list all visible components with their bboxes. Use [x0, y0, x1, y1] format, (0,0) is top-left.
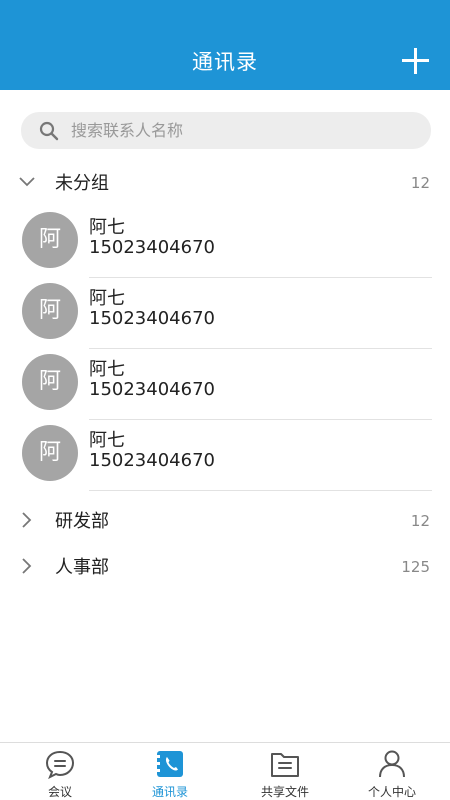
chevron-right-icon: [22, 512, 32, 528]
search-input[interactable]: [71, 112, 411, 149]
folder-icon: [271, 753, 299, 777]
tab-contacts[interactable]: 通讯录: [114, 743, 226, 800]
group-name: 未分组: [55, 173, 109, 194]
chevron-right-icon: [22, 558, 32, 574]
chevron-down-icon: [19, 177, 35, 187]
contact-phone: 15023404670: [89, 237, 215, 258]
tab-label: 个人中心: [367, 785, 416, 799]
contact-name: 阿七: [89, 430, 125, 451]
contact-name: 阿七: [89, 217, 125, 238]
group-count: 12: [410, 512, 430, 530]
page-title: 通讯录: [192, 50, 258, 74]
group-count: 12: [410, 174, 430, 192]
tab-shared-files[interactable]: 共享文件: [229, 743, 341, 800]
group-count: 125: [401, 558, 430, 576]
bottom-tab-bar: 会议 通讯录 共享文件 个人中心: [0, 742, 450, 800]
search-icon: [39, 121, 59, 141]
group-row-hr[interactable]: 人事部 125: [0, 546, 450, 584]
contact-phone: 15023404670: [89, 308, 215, 329]
tab-label: 共享文件: [260, 785, 309, 799]
chat-bubble-icon: [45, 750, 75, 779]
contact-item[interactable]: 阿 阿七 15023404670: [0, 277, 450, 349]
avatar: 阿: [22, 354, 78, 410]
contact-name: 阿七: [89, 359, 125, 380]
contact-item[interactable]: 阿 阿七 15023404670: [0, 419, 450, 491]
group-row-rnd[interactable]: 研发部 12: [0, 500, 450, 538]
add-contact-button[interactable]: [398, 44, 432, 78]
contact-item[interactable]: 阿 阿七 15023404670: [0, 348, 450, 420]
divider: [89, 490, 432, 491]
tab-meetings[interactable]: 会议: [4, 743, 116, 800]
avatar: 阿: [22, 283, 78, 339]
tab-profile[interactable]: 个人中心: [336, 743, 448, 800]
app-header: 通讯录: [0, 0, 450, 90]
group-name: 研发部: [55, 511, 109, 532]
phone-book-icon: [157, 751, 183, 777]
tab-label: 通讯录: [151, 785, 188, 799]
contact-phone: 15023404670: [89, 450, 215, 471]
tab-label: 会议: [47, 785, 72, 799]
contact-name: 阿七: [89, 288, 125, 309]
search-bar[interactable]: [21, 112, 431, 149]
user-icon: [379, 750, 405, 778]
avatar: 阿: [22, 425, 78, 481]
contact-item[interactable]: 阿 阿七 15023404670: [0, 206, 450, 278]
contact-phone: 15023404670: [89, 379, 215, 400]
avatar: 阿: [22, 212, 78, 268]
group-name: 人事部: [55, 557, 109, 578]
group-row-ungrouped[interactable]: 未分组 12: [0, 162, 450, 200]
